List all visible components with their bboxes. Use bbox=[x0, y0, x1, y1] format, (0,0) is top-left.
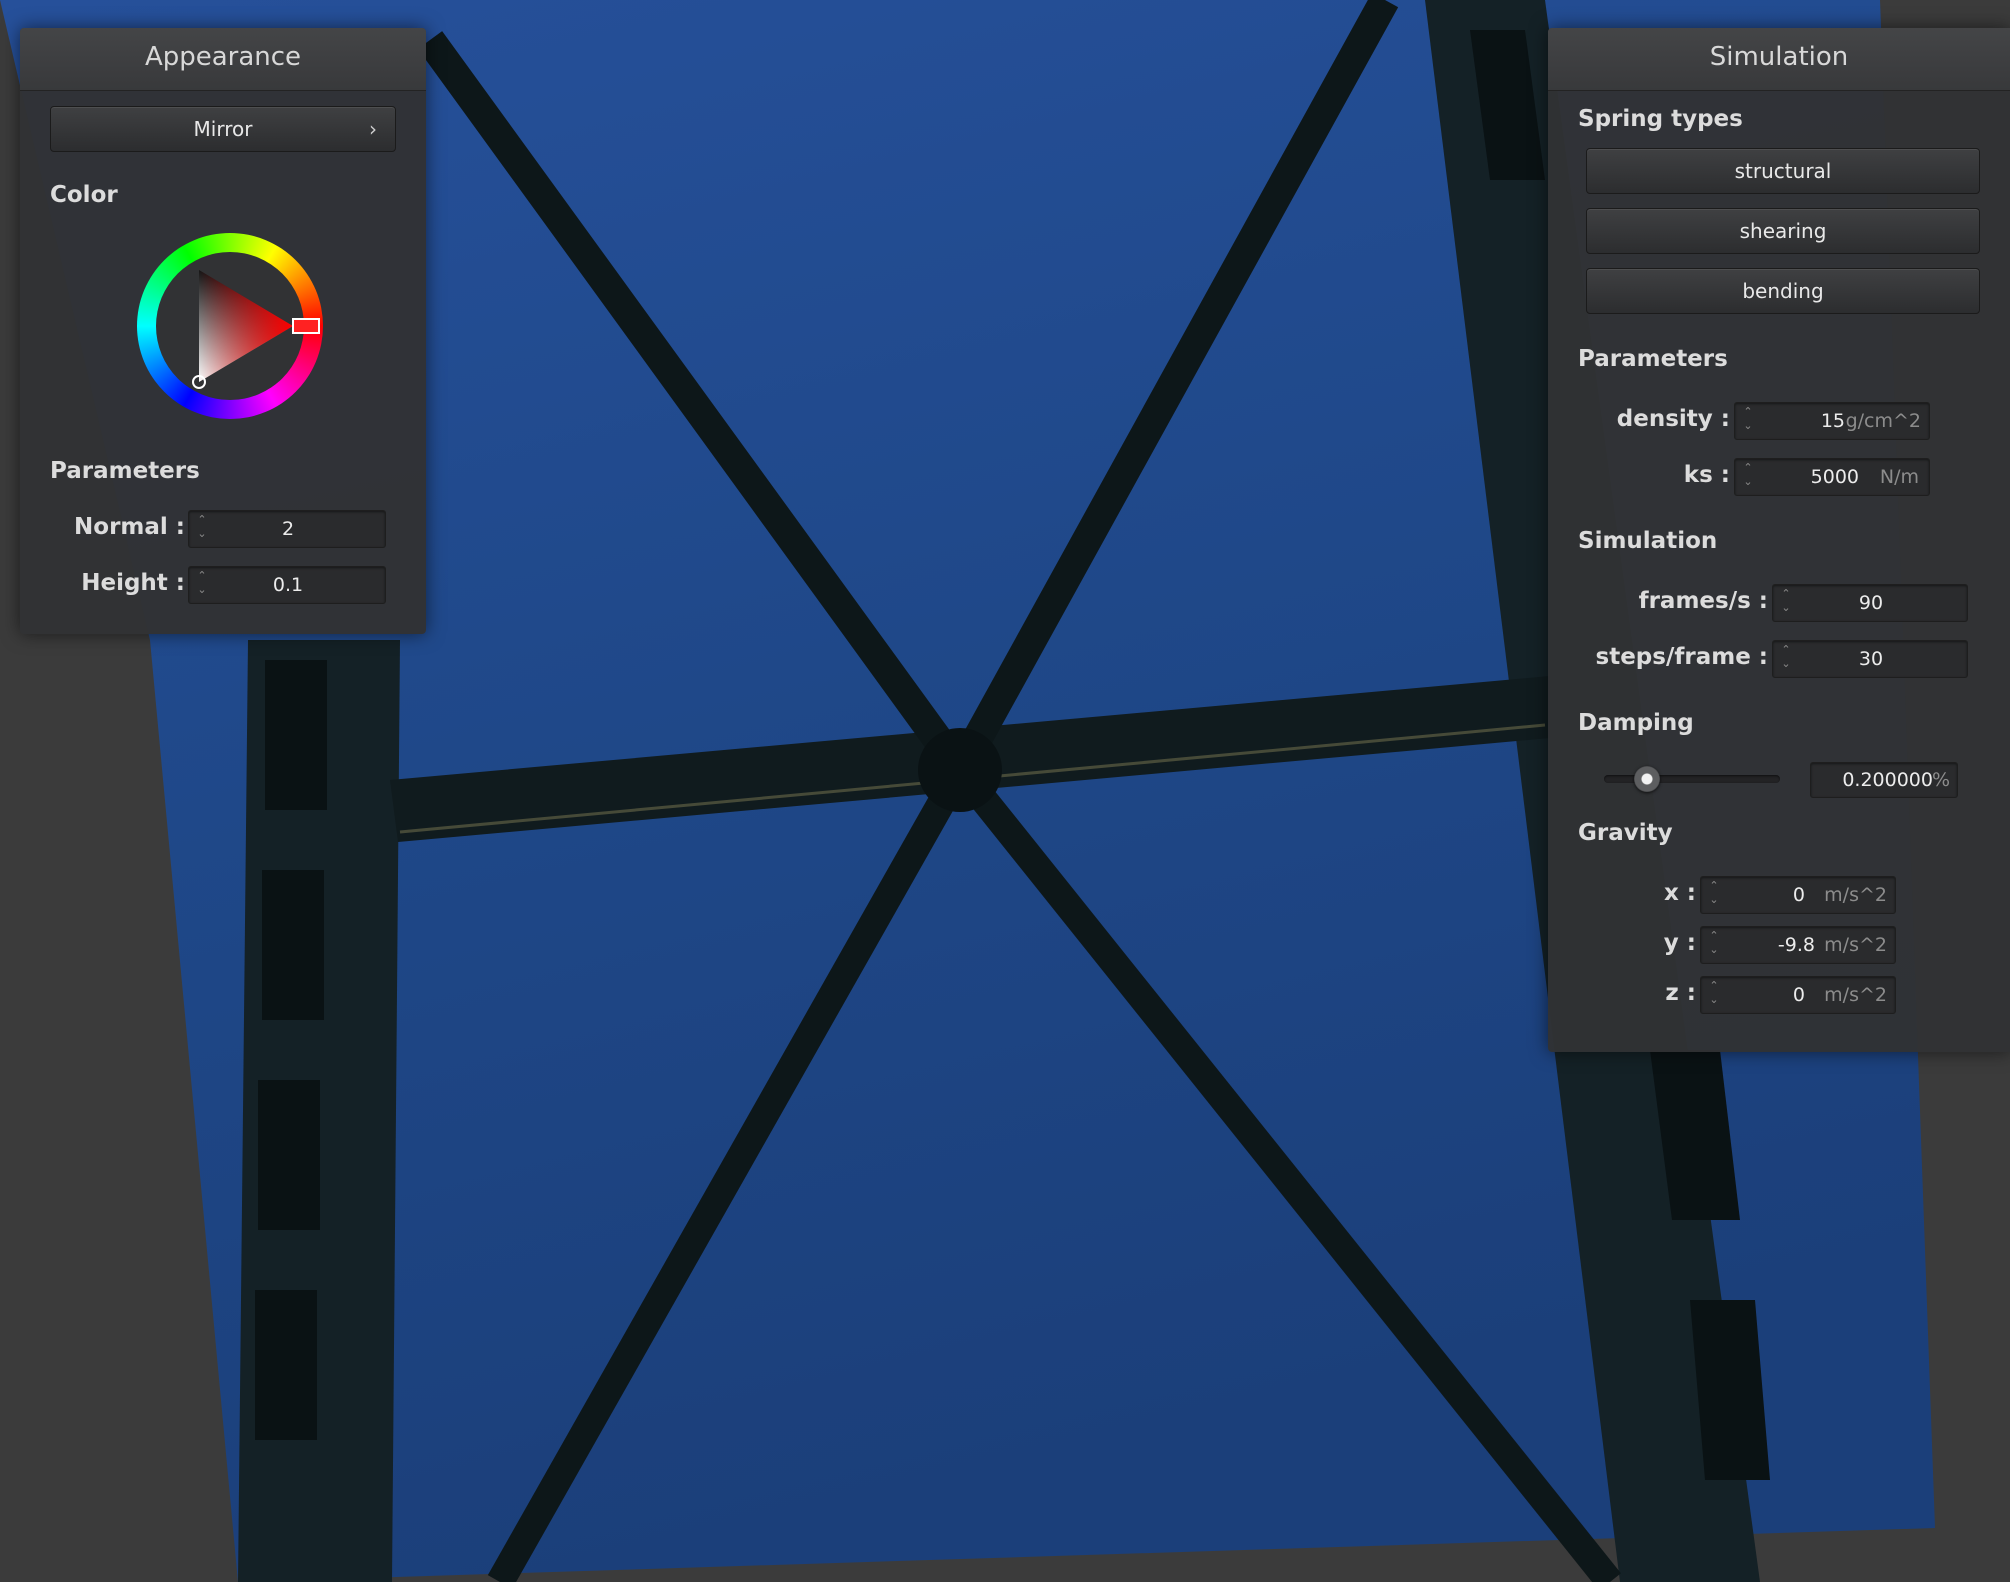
damping-slider[interactable] bbox=[1604, 764, 1780, 794]
spin-arrows-icon[interactable]: ⌃ ⌄ bbox=[1707, 879, 1721, 907]
color-section-title: Color bbox=[50, 182, 118, 208]
density-input[interactable]: ⌃ ⌄ 15 g/cm^2 bbox=[1734, 402, 1930, 440]
appearance-panel-title[interactable]: Appearance bbox=[20, 28, 426, 91]
color-wheel[interactable] bbox=[137, 233, 323, 419]
height-label: Height : bbox=[81, 570, 185, 596]
steps-per-frame-label: steps/frame : bbox=[1595, 644, 1768, 670]
damping-slider-track[interactable] bbox=[1604, 775, 1780, 783]
simulation-parameters-title: Parameters bbox=[1578, 346, 1728, 372]
shader-select-label: Mirror bbox=[193, 117, 253, 141]
normal-label: Normal : bbox=[74, 514, 185, 540]
hue-picker-handle bbox=[292, 318, 320, 334]
gravity-x-input[interactable]: ⌃ ⌄ 0 m/s^2 bbox=[1700, 876, 1896, 914]
normal-input[interactable]: ⌃ ⌄ 2 bbox=[188, 510, 386, 548]
ks-label: ks : bbox=[1683, 462, 1730, 488]
height-input[interactable]: ⌃ ⌄ 0.1 bbox=[188, 566, 386, 604]
shearing-springs-button[interactable]: shearing bbox=[1586, 208, 1980, 254]
spring-types-title: Spring types bbox=[1578, 106, 1743, 132]
simulation-panel: Simulation Spring types structural shear… bbox=[1548, 28, 2010, 1052]
spin-arrows-icon[interactable]: ⌃ ⌄ bbox=[1741, 405, 1755, 433]
damping-slider-knob[interactable] bbox=[1634, 766, 1660, 792]
gravity-title: Gravity bbox=[1578, 820, 1673, 846]
damping-title: Damping bbox=[1578, 710, 1694, 736]
simulation-section-title: Simulation bbox=[1578, 528, 1718, 554]
appearance-parameters-title: Parameters bbox=[50, 458, 200, 484]
spin-arrows-icon[interactable]: ⌃ ⌄ bbox=[1707, 979, 1721, 1007]
saturation-triangle[interactable] bbox=[137, 233, 323, 419]
spin-arrows-icon[interactable]: ⌃ ⌄ bbox=[1707, 929, 1721, 957]
ks-input[interactable]: ⌃ ⌄ 5000 N/m bbox=[1734, 458, 1930, 496]
gravity-z-input[interactable]: ⌃ ⌄ 0 m/s^2 bbox=[1700, 976, 1896, 1014]
steps-per-frame-input[interactable]: ⌃ ⌄ 30 bbox=[1772, 640, 1968, 678]
gravity-y-label: y : bbox=[1663, 930, 1696, 956]
simulation-panel-title[interactable]: Simulation bbox=[1548, 28, 2010, 91]
shader-select-button[interactable]: Mirror › bbox=[50, 106, 396, 152]
frames-per-second-label: frames/s : bbox=[1638, 588, 1768, 614]
appearance-panel: Appearance Mirror › Color Parameters Nor… bbox=[20, 28, 426, 634]
gravity-z-label: z : bbox=[1665, 980, 1696, 1006]
bending-springs-button[interactable]: bending bbox=[1586, 268, 1980, 314]
structural-springs-button[interactable]: structural bbox=[1586, 148, 1980, 194]
damping-value-field[interactable]: 0.200000 % bbox=[1810, 762, 1958, 798]
density-label: density : bbox=[1616, 406, 1730, 432]
spin-arrows-icon[interactable]: ⌃ ⌄ bbox=[1741, 461, 1755, 489]
gravity-x-label: x : bbox=[1663, 880, 1696, 906]
frames-per-second-input[interactable]: ⌃ ⌄ 90 bbox=[1772, 584, 1968, 622]
chevron-right-icon: › bbox=[369, 117, 377, 141]
gravity-y-input[interactable]: ⌃ ⌄ -9.8 m/s^2 bbox=[1700, 926, 1896, 964]
